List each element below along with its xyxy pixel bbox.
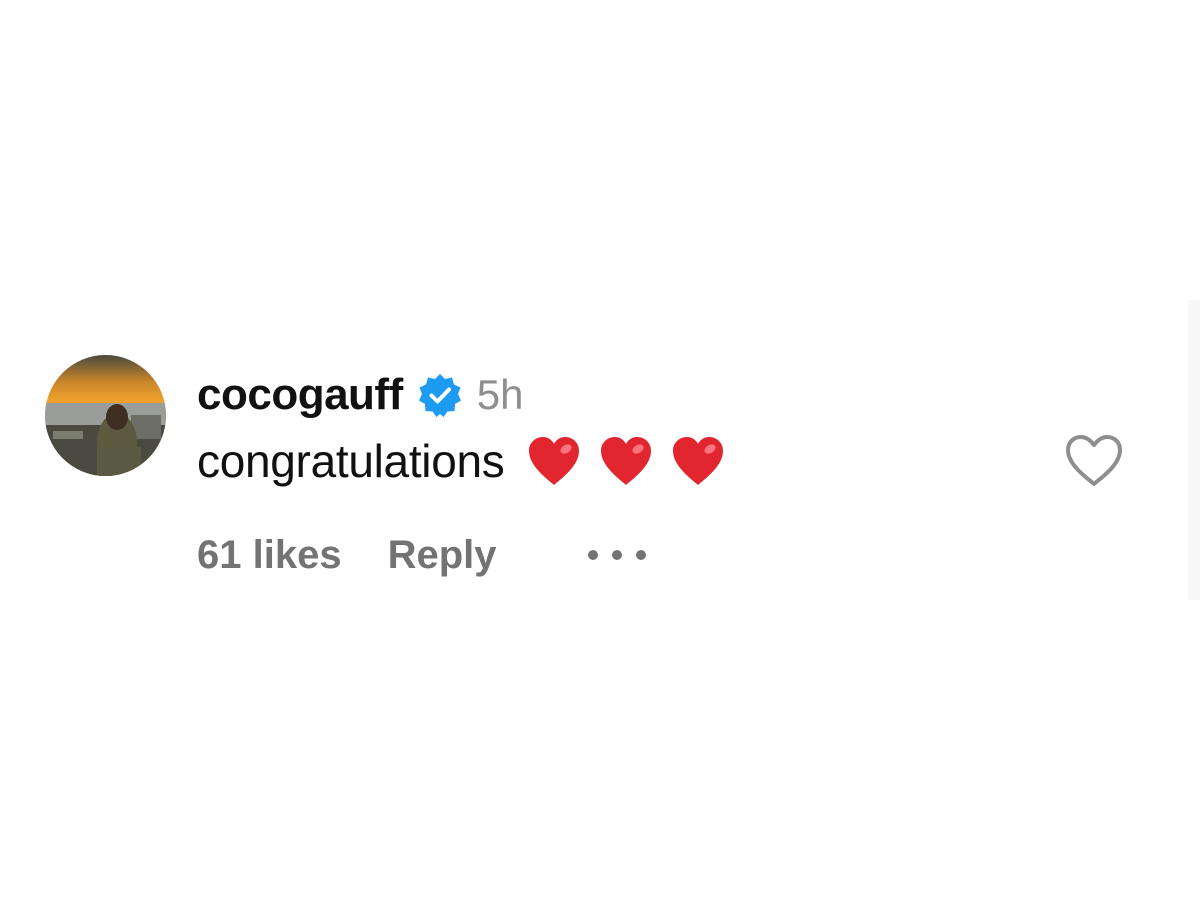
comment-item: cocogauff 5h congratulations 61 likes Re… bbox=[45, 355, 1145, 595]
comment-actions: 61 likes Reply bbox=[197, 527, 649, 583]
comment-header: cocogauff 5h bbox=[197, 365, 523, 425]
comment-timestamp[interactable]: 5h bbox=[477, 371, 524, 419]
reply-button[interactable]: Reply bbox=[388, 533, 497, 578]
red-heart-icon bbox=[526, 435, 582, 487]
verified-badge-icon bbox=[417, 372, 463, 418]
red-heart-icon bbox=[670, 435, 726, 487]
comment-page: cocogauff 5h congratulations 61 likes Re… bbox=[0, 0, 1200, 900]
comment-text: congratulations bbox=[197, 435, 505, 487]
more-options-icon[interactable] bbox=[585, 545, 649, 565]
avatar[interactable] bbox=[45, 355, 166, 476]
panel-edge bbox=[1188, 300, 1200, 600]
red-heart-icon bbox=[598, 435, 654, 487]
likes-count[interactable]: 61 likes bbox=[197, 533, 342, 578]
avatar-photo bbox=[45, 355, 166, 476]
comment-body: congratulations bbox=[197, 431, 726, 491]
emoji-group bbox=[526, 435, 726, 487]
heart-outline-icon[interactable] bbox=[1063, 433, 1125, 489]
username[interactable]: cocogauff bbox=[197, 370, 403, 420]
